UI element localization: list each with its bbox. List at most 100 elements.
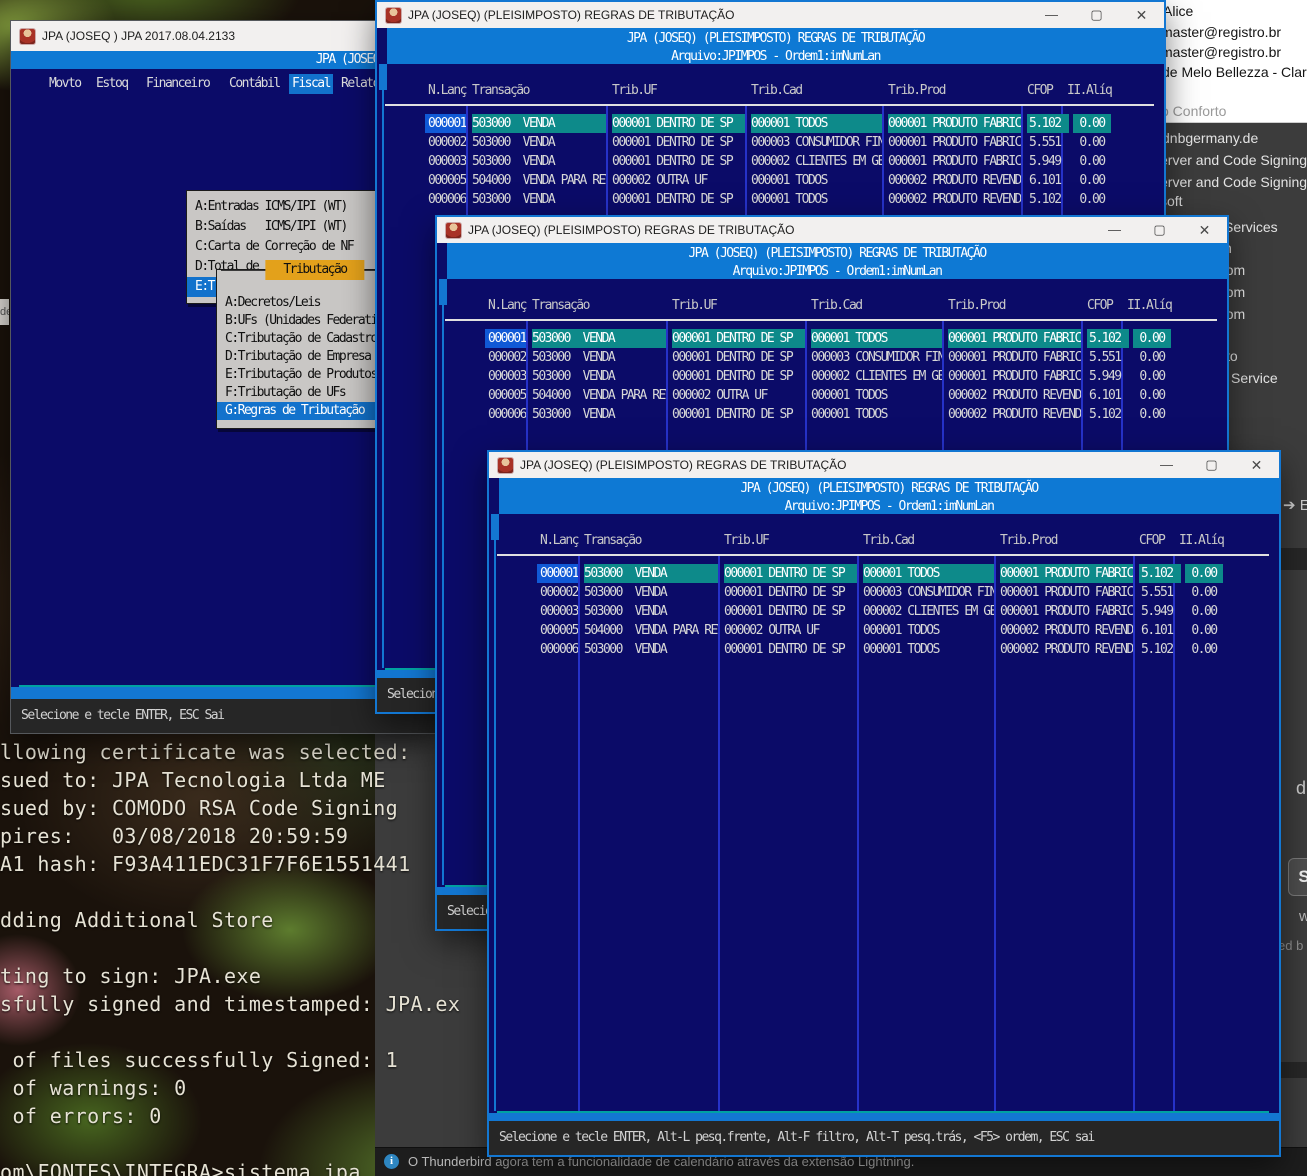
table-cell[interactable]: 5.551 bbox=[1139, 583, 1181, 602]
table-cell[interactable]: 000002 bbox=[537, 583, 578, 602]
menubar-item-contábil[interactable]: Contábil bbox=[226, 74, 283, 94]
table-cell[interactable]: 0.00 bbox=[1133, 386, 1171, 405]
jpa-main-window[interactable]: JPA (JOSEQ ) JPA 2017.08.04.2133 JPA (JO… bbox=[10, 20, 436, 734]
table-cell[interactable]: 5.102 bbox=[1087, 405, 1129, 424]
table-cell[interactable]: 000001 PRODUTO FABRICA bbox=[1000, 583, 1133, 602]
table-cell[interactable]: 000002 CLIENTES EM GER bbox=[811, 367, 942, 386]
close-button[interactable]: ✕ bbox=[1234, 452, 1279, 478]
table-cell[interactable]: 000002 PRODUTO REVENDI bbox=[888, 190, 1021, 209]
table-cell[interactable]: 0.00 bbox=[1133, 405, 1171, 424]
table-cell[interactable]: 000001 DENTRO DE SP bbox=[672, 405, 805, 424]
table-cell[interactable]: 0.00 bbox=[1073, 114, 1111, 133]
titlebar[interactable]: JPA (JOSEQ) (PLEISIMPOSTO) REGRAS DE TRI… bbox=[489, 452, 1279, 478]
table-cell[interactable]: 000001 bbox=[425, 114, 466, 133]
table-cell[interactable]: 000002 CLIENTES EM GER bbox=[751, 152, 882, 171]
email-list-item[interactable]: de Melo Bellezza - Claro SP bbox=[1162, 64, 1307, 80]
email-list-item[interactable]: master@registro.br bbox=[1161, 44, 1281, 60]
close-button[interactable]: ✕ bbox=[1182, 217, 1227, 243]
table-cell[interactable]: 5.949 bbox=[1087, 367, 1129, 386]
table-cell[interactable]: 000003 bbox=[425, 152, 466, 171]
menu-bar[interactable]: MovtoEstoqFinanceiroContábilFiscalRelató bbox=[11, 69, 435, 97]
table-cell[interactable]: 000001 DENTRO DE SP bbox=[612, 190, 745, 209]
table-cell[interactable]: 5.102 bbox=[1139, 640, 1181, 659]
maximize-button[interactable]: ▢ bbox=[1189, 452, 1234, 478]
menubar-item-financeiro[interactable]: Financeiro bbox=[143, 74, 212, 94]
table-cell[interactable]: 0.00 bbox=[1185, 564, 1223, 583]
table-cell[interactable]: 000001 PRODUTO FABRICA bbox=[1000, 602, 1133, 621]
table-cell[interactable]: 503000 VENDA bbox=[584, 564, 718, 583]
table-cell[interactable]: 504000 VENDA PARA REV bbox=[532, 386, 666, 405]
table-cell[interactable]: 000002 OUTRA UF bbox=[612, 171, 745, 190]
table-cell[interactable]: 000006 bbox=[537, 640, 578, 659]
table-cell[interactable]: 000003 CONSUMIDOR FINA bbox=[811, 348, 942, 367]
table-cell[interactable]: 000001 DENTRO DE SP bbox=[672, 348, 805, 367]
email-list-item[interactable]: erver and Code Signing Ce bbox=[1160, 152, 1307, 168]
table-cell[interactable]: 0.00 bbox=[1133, 329, 1171, 348]
table-cell[interactable]: 503000 VENDA bbox=[532, 329, 666, 348]
table-cell[interactable]: 5.102 bbox=[1139, 564, 1181, 583]
table-cell[interactable]: 000002 PRODUTO REVENDI bbox=[888, 171, 1021, 190]
table-cell[interactable]: 0.00 bbox=[1185, 621, 1223, 640]
menu-item[interactable]: B:Saídas ICMS/IPI (WT) bbox=[187, 217, 385, 237]
regras-window-front[interactable]: JPA (JOSEQ) (PLEISIMPOSTO) REGRAS DE TRI… bbox=[487, 450, 1281, 1157]
menubar-item-estoq[interactable]: Estoq bbox=[93, 74, 131, 94]
table-cell[interactable]: 000002 OUTRA UF bbox=[672, 386, 805, 405]
table-cell[interactable]: 503000 VENDA bbox=[472, 133, 606, 152]
table-cell[interactable]: 000001 TODOS bbox=[863, 621, 994, 640]
table-cell[interactable]: 0.00 bbox=[1185, 602, 1223, 621]
table-cell[interactable]: 5.949 bbox=[1139, 602, 1181, 621]
table-cell[interactable]: 503000 VENDA bbox=[532, 348, 666, 367]
table-cell[interactable]: 000001 DENTRO DE SP bbox=[724, 583, 857, 602]
email-list-item[interactable]: Alice bbox=[1163, 3, 1193, 19]
minimize-button[interactable]: — bbox=[1029, 2, 1074, 28]
table-cell[interactable]: 000001 DENTRO DE SP bbox=[612, 133, 745, 152]
table-cell[interactable]: 504000 VENDA PARA REV bbox=[584, 621, 718, 640]
minimize-button[interactable]: — bbox=[1092, 217, 1137, 243]
table-cell[interactable]: 503000 VENDA bbox=[532, 405, 666, 424]
table-cell[interactable]: 0.00 bbox=[1073, 171, 1111, 190]
table-cell[interactable]: 000002 OUTRA UF bbox=[724, 621, 857, 640]
email-list-item[interactable]: erver and Code Signing Ce bbox=[1160, 174, 1307, 190]
email-list-item-grayed[interactable]: o Conforto bbox=[1161, 103, 1226, 119]
menu-item[interactable]: C:Carta de Correção de NF bbox=[187, 237, 385, 257]
table-cell[interactable]: 6.101 bbox=[1087, 386, 1129, 405]
table-cell[interactable]: 000001 TODOS bbox=[863, 640, 994, 659]
table-cell[interactable]: 000001 DENTRO DE SP bbox=[724, 564, 857, 583]
maximize-button[interactable]: ▢ bbox=[1137, 217, 1182, 243]
table-cell[interactable]: 000001 TODOS bbox=[751, 114, 882, 133]
table-cell[interactable]: 000002 bbox=[485, 348, 526, 367]
table-cell[interactable]: 504000 VENDA PARA REV bbox=[472, 171, 606, 190]
table-cell[interactable]: 000001 bbox=[485, 329, 526, 348]
titlebar[interactable]: JPA (JOSEQ ) JPA 2017.08.04.2133 bbox=[11, 21, 435, 51]
table-cell[interactable]: 6.101 bbox=[1027, 171, 1069, 190]
table-cell[interactable]: 000002 PRODUTO REVENDI bbox=[1000, 621, 1133, 640]
table-cell[interactable]: 000001 TODOS bbox=[811, 405, 942, 424]
minimize-button[interactable]: — bbox=[1144, 452, 1189, 478]
email-list-item[interactable]: master@registro.br bbox=[1161, 24, 1281, 40]
table-cell[interactable]: 503000 VENDA bbox=[584, 602, 718, 621]
table-cell[interactable]: 000001 TODOS bbox=[811, 386, 942, 405]
table-cell[interactable]: 000001 DENTRO DE SP bbox=[724, 640, 857, 659]
menubar-item-movto[interactable]: Movto bbox=[46, 74, 84, 94]
table-cell[interactable]: 000001 TODOS bbox=[751, 171, 882, 190]
table-cell[interactable]: 000003 CONSUMIDOR FINA bbox=[751, 133, 882, 152]
table-cell[interactable]: 000001 DENTRO DE SP bbox=[724, 602, 857, 621]
table-cell[interactable]: 000001 PRODUTO FABRICA bbox=[888, 152, 1021, 171]
table-cell[interactable]: 000001 TODOS bbox=[751, 190, 882, 209]
table-cell[interactable]: 000001 PRODUTO FABRICA bbox=[948, 348, 1081, 367]
table-cell[interactable]: 503000 VENDA bbox=[532, 367, 666, 386]
table-cell[interactable]: 000006 bbox=[485, 405, 526, 424]
table-cell[interactable]: 000001 TODOS bbox=[863, 564, 994, 583]
table-cell[interactable]: 000002 PRODUTO REVENDI bbox=[948, 405, 1081, 424]
table-cell[interactable]: 0.00 bbox=[1185, 640, 1223, 659]
table-cell[interactable]: 5.551 bbox=[1087, 348, 1129, 367]
email-list-item[interactable]: dnbgermany.de bbox=[1162, 130, 1258, 146]
table-cell[interactable]: 503000 VENDA bbox=[584, 583, 718, 602]
table-cell[interactable]: 6.101 bbox=[1139, 621, 1181, 640]
table-cell[interactable]: 000001 PRODUTO FABRICA bbox=[1000, 564, 1133, 583]
titlebar[interactable]: JPA (JOSEQ) (PLEISIMPOSTO) REGRAS DE TRI… bbox=[437, 217, 1227, 243]
table-cell[interactable]: 000001 PRODUTO FABRICA bbox=[888, 133, 1021, 152]
table-cell[interactable]: 000005 bbox=[485, 386, 526, 405]
table-cell[interactable]: 000003 bbox=[537, 602, 578, 621]
table-cell[interactable]: 5.949 bbox=[1027, 152, 1069, 171]
